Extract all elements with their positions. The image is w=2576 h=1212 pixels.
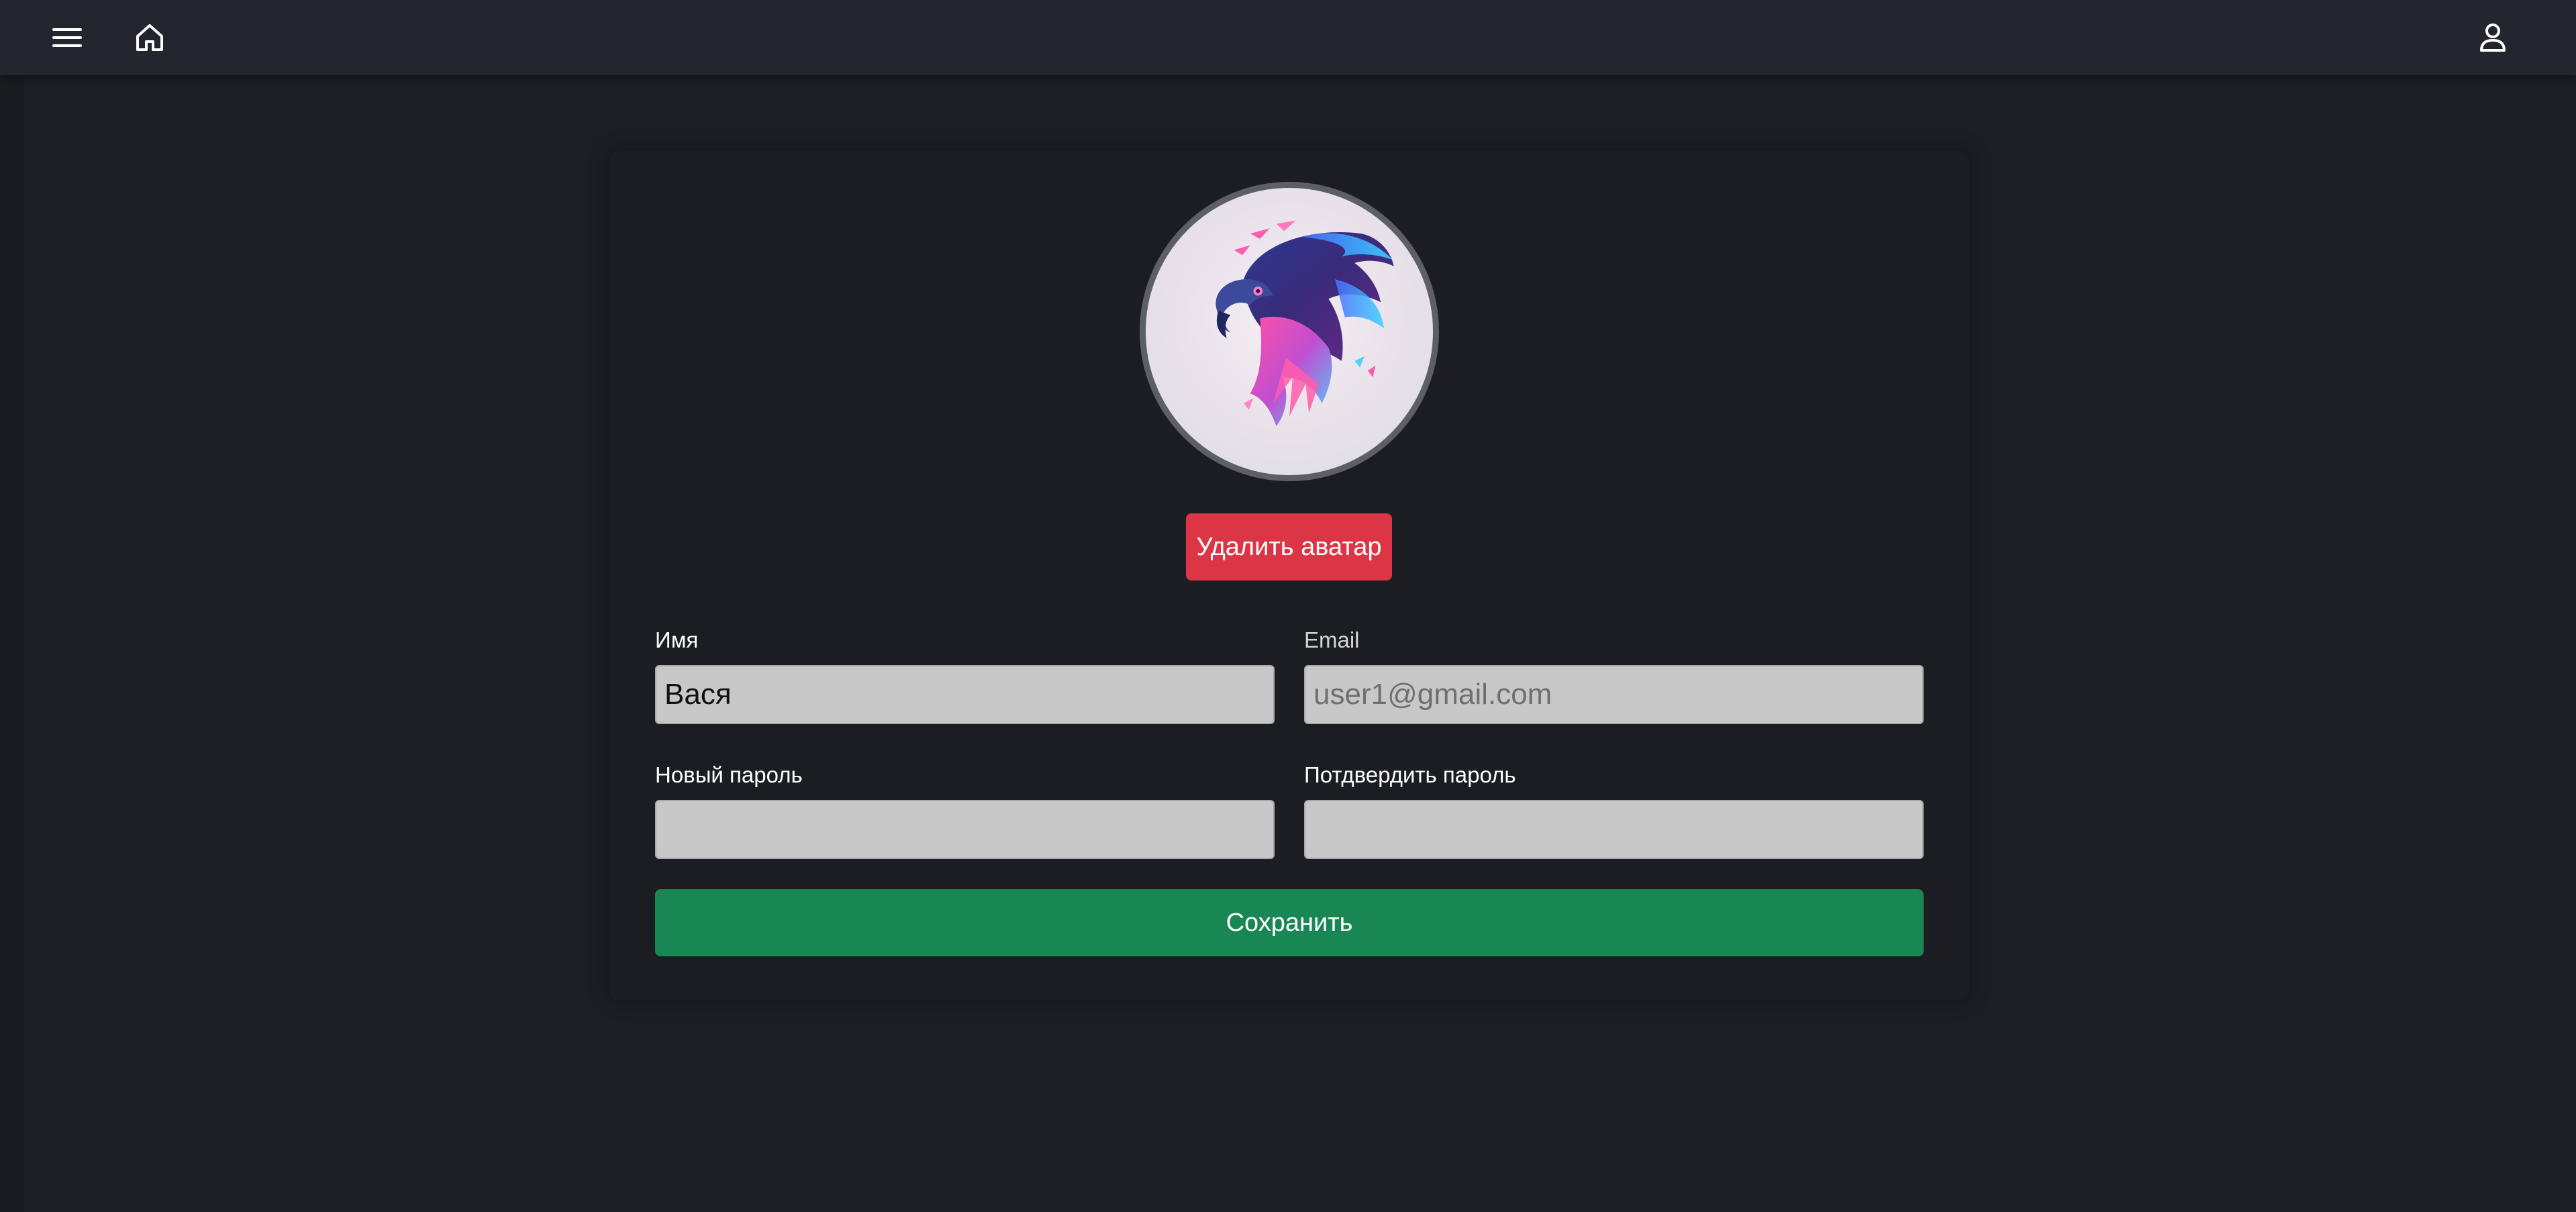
name-label: Имя [655, 627, 699, 652]
confirm-password-label: Потдвердить пароль [1304, 762, 1516, 787]
home-icon[interactable] [129, 17, 170, 58]
hamburger-menu-icon[interactable] [47, 17, 87, 58]
confirm-password-field[interactable] [1304, 800, 1924, 859]
avatar[interactable] [1140, 182, 1439, 481]
top-navbar [0, 0, 2576, 75]
eagle-avatar-image [1216, 220, 1394, 427]
email-label: Email [1304, 627, 1360, 652]
email-field[interactable]: user1@gmail.com [1304, 665, 1924, 724]
page-edge-shade [0, 75, 24, 1212]
delete-avatar-button[interactable]: Удалить аватар [1186, 513, 1392, 580]
new-password-field[interactable] [655, 800, 1275, 859]
name-field[interactable]: Вася [655, 665, 1275, 724]
new-password-label: Новый пароль [655, 762, 803, 787]
save-button[interactable]: Сохранить [655, 889, 1924, 956]
user-icon[interactable] [2473, 17, 2513, 58]
